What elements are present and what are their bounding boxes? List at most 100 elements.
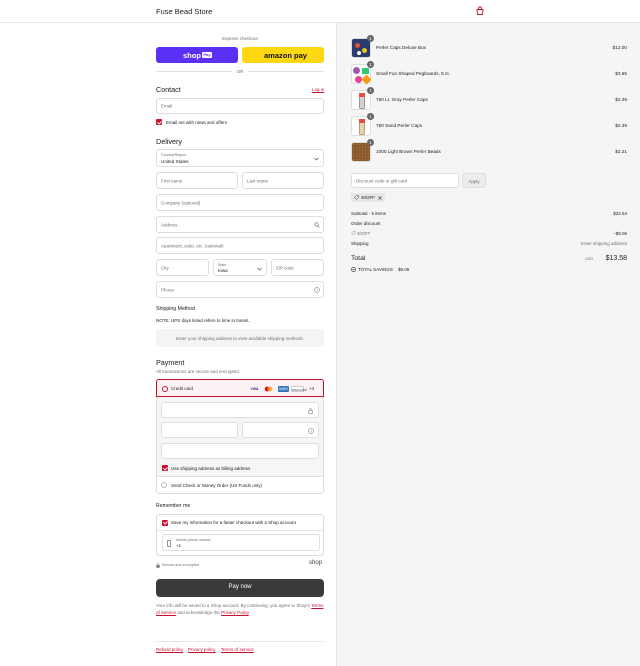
zip-placeholder: ZIP code bbox=[276, 265, 294, 270]
shipping-title: Shipping Method bbox=[156, 306, 195, 312]
chevron-down-icon bbox=[314, 157, 319, 161]
total-savings-value: $9.06 bbox=[398, 266, 410, 272]
privacy-policy-link[interactable]: Privacy policy bbox=[188, 647, 216, 652]
billing-checkbox[interactable] bbox=[162, 465, 168, 471]
terms-of-service-link[interactable]: Terms of service bbox=[221, 647, 254, 652]
amazon-pay-button[interactable]: amazon pay bbox=[242, 47, 324, 63]
more-cards-label: +4 bbox=[309, 385, 315, 391]
quantity-badge: 1 bbox=[367, 139, 374, 146]
mobile-phone-label: Mobile phone number bbox=[176, 537, 211, 542]
company-placeholder: Company (optional) bbox=[161, 200, 201, 205]
privacy-link[interactable]: Privacy Policy bbox=[221, 610, 249, 615]
pay-now-label: Pay now bbox=[228, 584, 252, 590]
amazon-pay-label: amazon pay bbox=[264, 50, 307, 60]
line-item: 1 Perler Caps Deluxe Box $12.00 bbox=[351, 35, 627, 60]
refund-policy-link[interactable]: Refund policy bbox=[156, 647, 183, 652]
bag-icon[interactable] bbox=[475, 6, 485, 16]
state-value: Iowa bbox=[218, 268, 228, 273]
delivery-title: Delivery bbox=[156, 137, 182, 146]
name-on-card-field[interactable] bbox=[161, 443, 319, 459]
product-price: $12.00 bbox=[612, 45, 627, 50]
total-value: $13.58 bbox=[605, 255, 627, 262]
product-price: $2.21 bbox=[615, 149, 627, 154]
last-name-field[interactable]: Last name bbox=[242, 172, 324, 189]
save-info-label: Save my information for a faster checkou… bbox=[171, 520, 296, 525]
line-item: 1 1000 Light Brown Perler Beads $2.21 bbox=[351, 139, 627, 164]
check-money-order-radio[interactable] bbox=[161, 482, 167, 488]
pay-now-button[interactable]: Pay now bbox=[156, 579, 324, 597]
credit-card-option[interactable]: Credit card VISA AMEX DISCOVER +4 bbox=[156, 379, 324, 397]
line-item: 1 750 Sand Perler Caps $2.39 bbox=[351, 113, 627, 138]
product-price: $2.39 bbox=[615, 97, 627, 102]
check-money-order-label[interactable]: Send Check or Money Order (US Funds only… bbox=[171, 483, 262, 488]
svg-text:?: ? bbox=[310, 429, 312, 433]
applied-code: 40OFF bbox=[361, 195, 376, 200]
applied-discount-tag: 40OFF bbox=[351, 193, 385, 202]
discount-code-field[interactable]: Discount code or gift card bbox=[351, 173, 459, 188]
apartment-field[interactable]: Apartment, suite, etc. (optional) bbox=[156, 237, 324, 254]
news-label: Email me with news and offers bbox=[166, 120, 227, 125]
svg-text:?: ? bbox=[316, 288, 318, 292]
chevron-down-icon bbox=[257, 267, 262, 270]
address-field[interactable]: Address bbox=[156, 216, 324, 233]
apply-label: Apply bbox=[468, 178, 480, 184]
expiry-field[interactable] bbox=[161, 422, 238, 438]
lock-icon bbox=[308, 407, 313, 414]
product-thumbnail: 1 bbox=[351, 61, 374, 85]
product-name: Perler Caps Deluxe Box bbox=[376, 45, 427, 50]
zip-field[interactable]: ZIP code bbox=[271, 259, 324, 276]
line-item: 1 Small Fun Shaped Pegboards, 5 ct. $3.6… bbox=[351, 61, 627, 86]
discount-code-label: 40OFF bbox=[357, 230, 371, 236]
address-placeholder: Address bbox=[161, 222, 178, 227]
credit-card-label: Credit card bbox=[171, 385, 194, 391]
save-info-checkbox[interactable] bbox=[162, 519, 168, 526]
product-thumbnail: 1 bbox=[351, 35, 374, 58]
last-name-placeholder: Last name bbox=[247, 178, 269, 183]
shipping-note: NOTE: UPS days listed refers to time in … bbox=[156, 318, 250, 323]
tag-icon bbox=[351, 230, 356, 235]
quantity-badge: 1 bbox=[367, 113, 374, 120]
email-field[interactable]: Email bbox=[156, 98, 324, 114]
login-link[interactable]: Log in bbox=[312, 87, 324, 92]
discover-icon: DISCOVER bbox=[291, 385, 307, 392]
city-field[interactable]: City bbox=[156, 259, 209, 276]
store-name[interactable]: Fuse Bead Store bbox=[156, 7, 212, 16]
first-name-field[interactable]: First name bbox=[156, 172, 238, 189]
help-icon[interactable]: ? bbox=[308, 427, 314, 434]
news-checkbox[interactable] bbox=[156, 119, 162, 125]
payment-subtitle: All transactions are secure and encrypte… bbox=[156, 369, 241, 374]
company-field[interactable]: Company (optional) bbox=[156, 194, 324, 211]
state-label: State bbox=[218, 262, 227, 267]
subtotal-value: $22.64 bbox=[613, 211, 627, 216]
state-select[interactable]: State Iowa bbox=[213, 259, 267, 276]
checkout-form: Express checkout shop Pay amazon pay OR … bbox=[0, 23, 336, 666]
divider-left bbox=[156, 71, 232, 72]
security-code-field[interactable]: ? bbox=[242, 422, 319, 438]
quantity-badge: 1 bbox=[367, 35, 374, 42]
country-select[interactable]: Country/Region United States bbox=[156, 149, 324, 167]
phone-field[interactable]: Phone ? bbox=[156, 281, 324, 298]
divider-right bbox=[248, 71, 324, 72]
card-number-field[interactable] bbox=[161, 402, 319, 418]
tag-icon bbox=[353, 195, 359, 200]
help-icon[interactable]: ? bbox=[314, 287, 320, 293]
close-icon[interactable] bbox=[378, 195, 382, 200]
header: Fuse Bead Store bbox=[0, 0, 640, 23]
shop-pay-button[interactable]: shop Pay bbox=[156, 47, 238, 63]
first-name-placeholder: First name bbox=[161, 178, 183, 183]
phone-placeholder: Phone bbox=[161, 287, 175, 292]
order-summary: 1 Perler Caps Deluxe Box $12.00 1 Small … bbox=[336, 23, 640, 666]
visa-icon: VISA bbox=[250, 386, 259, 391]
shipping-value: Enter shipping address bbox=[580, 241, 627, 246]
product-thumbnail: 1 bbox=[351, 139, 374, 162]
mobile-phone-field[interactable]: Mobile phone number +1 bbox=[162, 534, 320, 551]
shipping-info-box: Enter your shipping address to view avai… bbox=[156, 329, 324, 347]
apply-button[interactable]: Apply bbox=[462, 173, 486, 188]
amex-icon: AMEX bbox=[278, 385, 289, 392]
savings-tag-icon bbox=[351, 266, 356, 272]
email-placeholder: Email bbox=[161, 103, 173, 109]
product-name: 750 Sand Perler Caps bbox=[376, 123, 423, 128]
credit-card-radio[interactable] bbox=[162, 385, 168, 392]
product-price: $2.39 bbox=[615, 123, 627, 128]
phone-icon bbox=[167, 539, 171, 547]
